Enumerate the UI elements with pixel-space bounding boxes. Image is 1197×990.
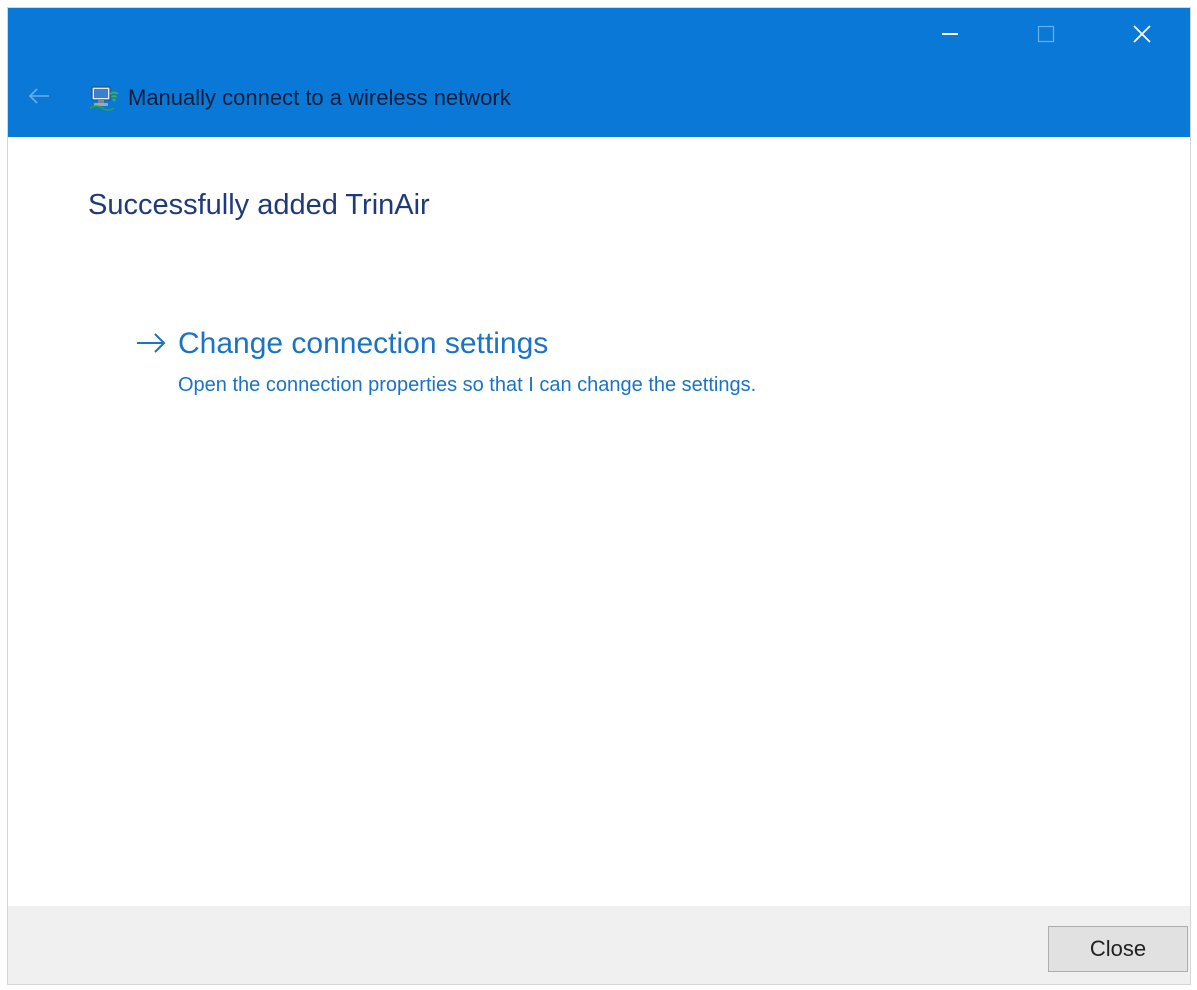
window-title: Manually connect to a wireless network (128, 85, 511, 110)
maximize-icon (1037, 25, 1055, 43)
command-link-title: Change connection settings (178, 327, 549, 360)
back-button[interactable] (22, 82, 56, 110)
page-heading: Successfully added TrinAir (88, 189, 430, 221)
minimize-icon (942, 33, 958, 35)
back-arrow-icon (28, 88, 49, 104)
network-wizard-icon (89, 86, 119, 111)
close-icon (1133, 25, 1151, 43)
arrow-right-icon (137, 333, 166, 353)
caption-controls (902, 8, 1190, 60)
close-button[interactable]: Close (1048, 926, 1188, 972)
footer-bar: Close (8, 906, 1190, 984)
title-bar: Manually connect to a wireless network (8, 8, 1190, 137)
minimize-button[interactable] (902, 8, 998, 60)
close-window-button[interactable] (1094, 8, 1190, 60)
command-link-description: Open the connection properties so that I… (178, 374, 757, 396)
wizard-window: Manually connect to a wireless network S… (8, 8, 1190, 984)
change-connection-settings-link[interactable]: Change connection settings Open the conn… (134, 324, 954, 404)
maximize-button[interactable] (998, 8, 1094, 60)
